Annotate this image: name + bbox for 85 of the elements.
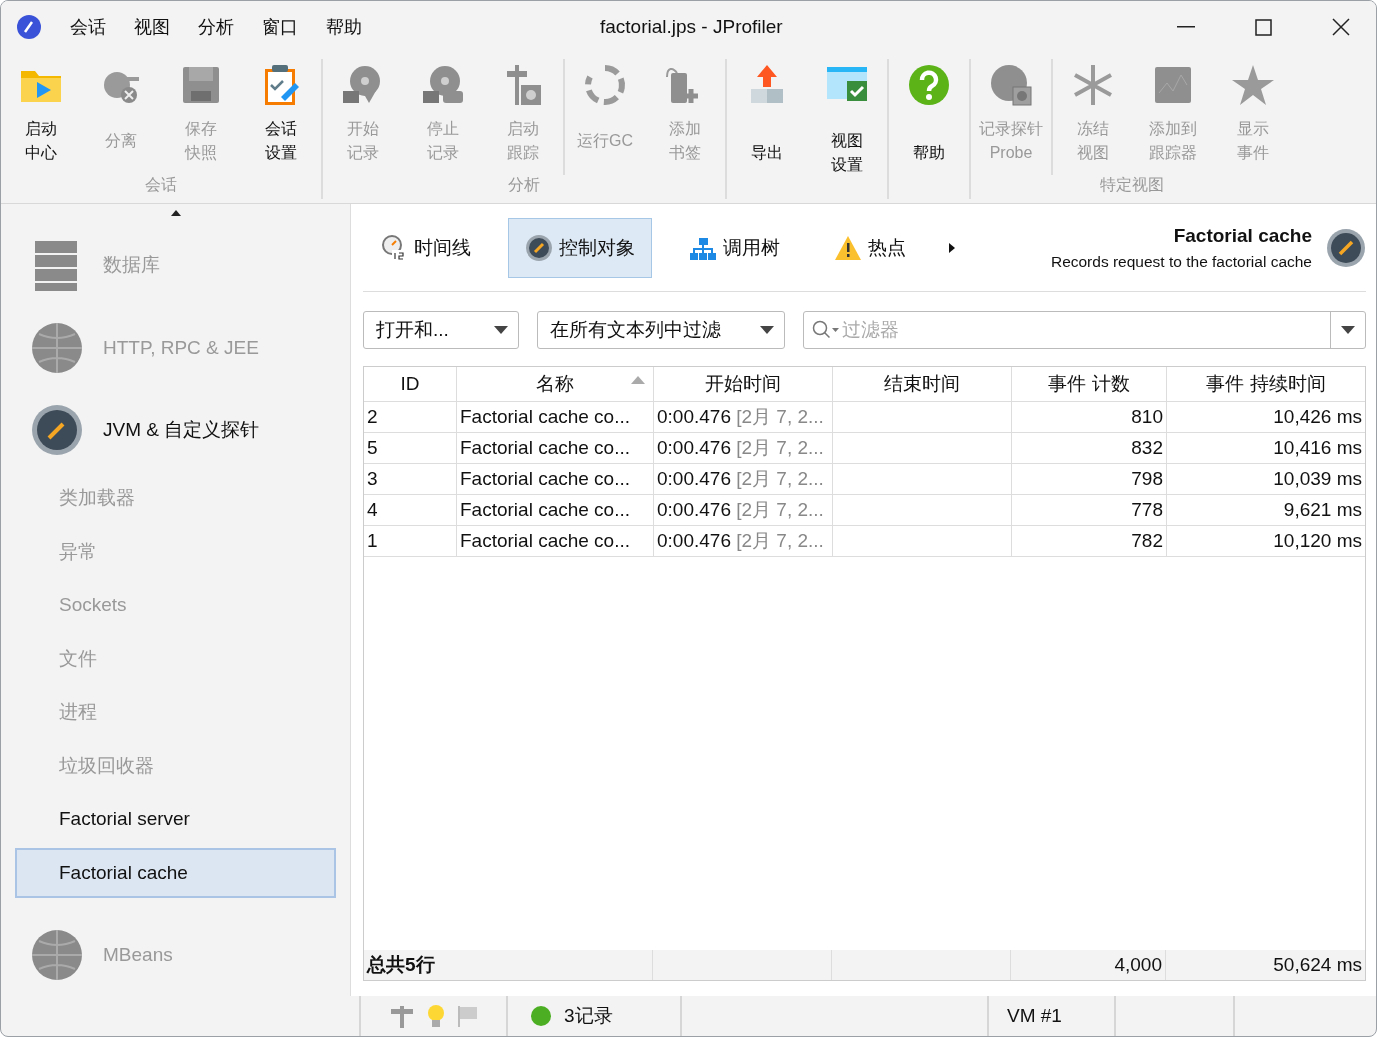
table-cell-text: 0:00.476 [2月 7, 2... — [657, 498, 824, 522]
menu-item[interactable]: 分析 — [198, 15, 234, 39]
table-cell-text: 0:00.476 [2月 7, 2... — [657, 529, 824, 553]
close-icon[interactable] — [1332, 18, 1350, 36]
star-icon — [1231, 63, 1275, 107]
sidebar-item[interactable]: Factorial server — [15, 794, 336, 845]
table-cell: Factorial cache co... — [460, 437, 631, 459]
menu-item[interactable]: 视图 — [134, 15, 170, 39]
ribbon-group-label: 特定视图 — [1099, 175, 1165, 195]
table-row[interactable]: 3 Factorial cache co... 0:00.476 [2月 7, 2... 798 10,039 ms — [364, 464, 1365, 495]
collapse-arrow-icon[interactable] — [171, 210, 181, 216]
caret-icon — [760, 326, 774, 334]
window-title: factorial.jps - JProfiler — [600, 16, 783, 38]
probe-description: Records request to the factorial cache — [1050, 252, 1312, 271]
app-logo-icon — [16, 14, 42, 40]
snow-icon — [1071, 63, 1115, 107]
toolbar-button[interactable]: 帮助 — [889, 59, 969, 199]
vm-status: VM #1 — [1007, 1005, 1062, 1027]
ribbon-group-label: 分析 — [507, 175, 541, 195]
signpost-icon[interactable] — [388, 1004, 415, 1028]
table-row[interactable]: 1 Factorial cache co... 0:00.476 [2月 7, 2... 782 10,120 ms — [364, 526, 1365, 557]
menu-item[interactable]: 帮助 — [326, 15, 362, 39]
scope-dropdown[interactable]: 在所有文本列中过滤 — [537, 311, 785, 349]
table-cell: 4,000 — [1114, 954, 1162, 976]
toolbar-button[interactable]: 视图 设置 — [807, 59, 887, 199]
table-cell: Factorial cache co... — [460, 530, 631, 552]
ribbon-group-label: 会话 — [144, 175, 178, 195]
help-icon — [907, 63, 951, 107]
view-tab[interactable]: 控制对象 — [508, 217, 652, 278]
table-cell: 798 — [1131, 468, 1163, 490]
caret-icon — [494, 326, 508, 334]
column-header[interactable]: 开始时间 — [654, 367, 833, 401]
table-row[interactable]: 5 Factorial cache co... 0:00.476 [2月 7, 2... 832 10,416 ms — [364, 433, 1365, 464]
table-cell: 50,624 ms — [1273, 954, 1362, 976]
table-cell: 10,039 ms — [1273, 468, 1362, 490]
table-cell: 832 — [1131, 437, 1163, 459]
mode-dropdown[interactable]: 打开和... — [363, 311, 519, 349]
search-icon[interactable] — [812, 320, 840, 340]
table-cell: Factorial cache co... — [460, 406, 631, 428]
toolbar-button[interactable]: 会话 设置 — [241, 59, 321, 175]
toolbar-button[interactable]: 导出 — [727, 59, 807, 199]
table-cell: 10,120 ms — [1273, 530, 1362, 552]
table-cell: 778 — [1131, 499, 1163, 521]
table-cell: 3 — [367, 468, 378, 490]
table-cell: 4 — [367, 499, 378, 521]
table-cell: 810 — [1131, 406, 1163, 428]
probe-title: Factorial cache — [1172, 224, 1312, 247]
sidebar-item[interactable]: Factorial cache — [15, 848, 336, 898]
menu-item[interactable]: 窗口 — [262, 15, 298, 39]
search-box[interactable]: 过滤器 — [803, 311, 1366, 349]
minimize-icon[interactable] — [1177, 26, 1195, 28]
view-tab[interactable]: 热点 — [817, 217, 923, 278]
column-header[interactable]: 事件 计数 — [1012, 367, 1167, 401]
sidebar-item[interactable]: JVM & 自定义探针 — [15, 388, 336, 472]
view-tab[interactable]: 时间线 — [363, 217, 488, 278]
table-cell-text: 0:00.476 [2月 7, 2... — [657, 436, 824, 460]
view-tab[interactable]: 调用树 — [672, 217, 797, 278]
menu-item[interactable]: 会话 — [70, 15, 106, 39]
table-cell-text: 0:00.476 [2月 7, 2... — [657, 405, 824, 429]
table-row[interactable]: 2 Factorial cache co... 0:00.476 [2月 7, 2... 810 10,426 ms — [364, 402, 1365, 433]
column-header[interactable]: 结束时间 — [833, 367, 1012, 401]
caret-icon[interactable] — [1341, 326, 1355, 334]
toolbar-button[interactable]: 启动 中心 — [1, 59, 81, 175]
filter-search-field[interactable]: 过滤器 — [840, 318, 1330, 342]
table-row[interactable]: 4 Factorial cache co... 0:00.476 [2月 7, 2... 778 9,621 ms — [364, 495, 1365, 526]
table-cell: 2 — [367, 406, 378, 428]
table-cell: Factorial cache co... — [460, 499, 631, 521]
maximize-icon[interactable] — [1255, 18, 1272, 36]
table-cell: Factorial cache co... — [460, 468, 631, 490]
table-cell: 782 — [1131, 530, 1163, 552]
gauge-icon — [525, 233, 553, 262]
column-header[interactable]: ID — [364, 367, 457, 401]
column-header[interactable]: 名称 — [457, 367, 654, 401]
more-arrow-icon[interactable] — [949, 242, 955, 253]
table-cell-text: 0:00.476 [2月 7, 2... — [657, 467, 824, 491]
total-label: 总共5行 — [367, 953, 435, 977]
table-cell: 9,621 ms — [1283, 499, 1362, 521]
table-cell: 10,426 ms — [1273, 406, 1362, 428]
table-cell: 1 — [367, 530, 378, 552]
status-dot-icon — [530, 1005, 552, 1027]
table-cell: 5 — [367, 437, 378, 459]
recordings-status: 3记录 — [564, 1004, 613, 1028]
gauge-icon — [1326, 227, 1366, 268]
table-cell: 10,416 ms — [1273, 437, 1362, 459]
column-header[interactable]: 事件 持续时间 — [1167, 367, 1365, 401]
